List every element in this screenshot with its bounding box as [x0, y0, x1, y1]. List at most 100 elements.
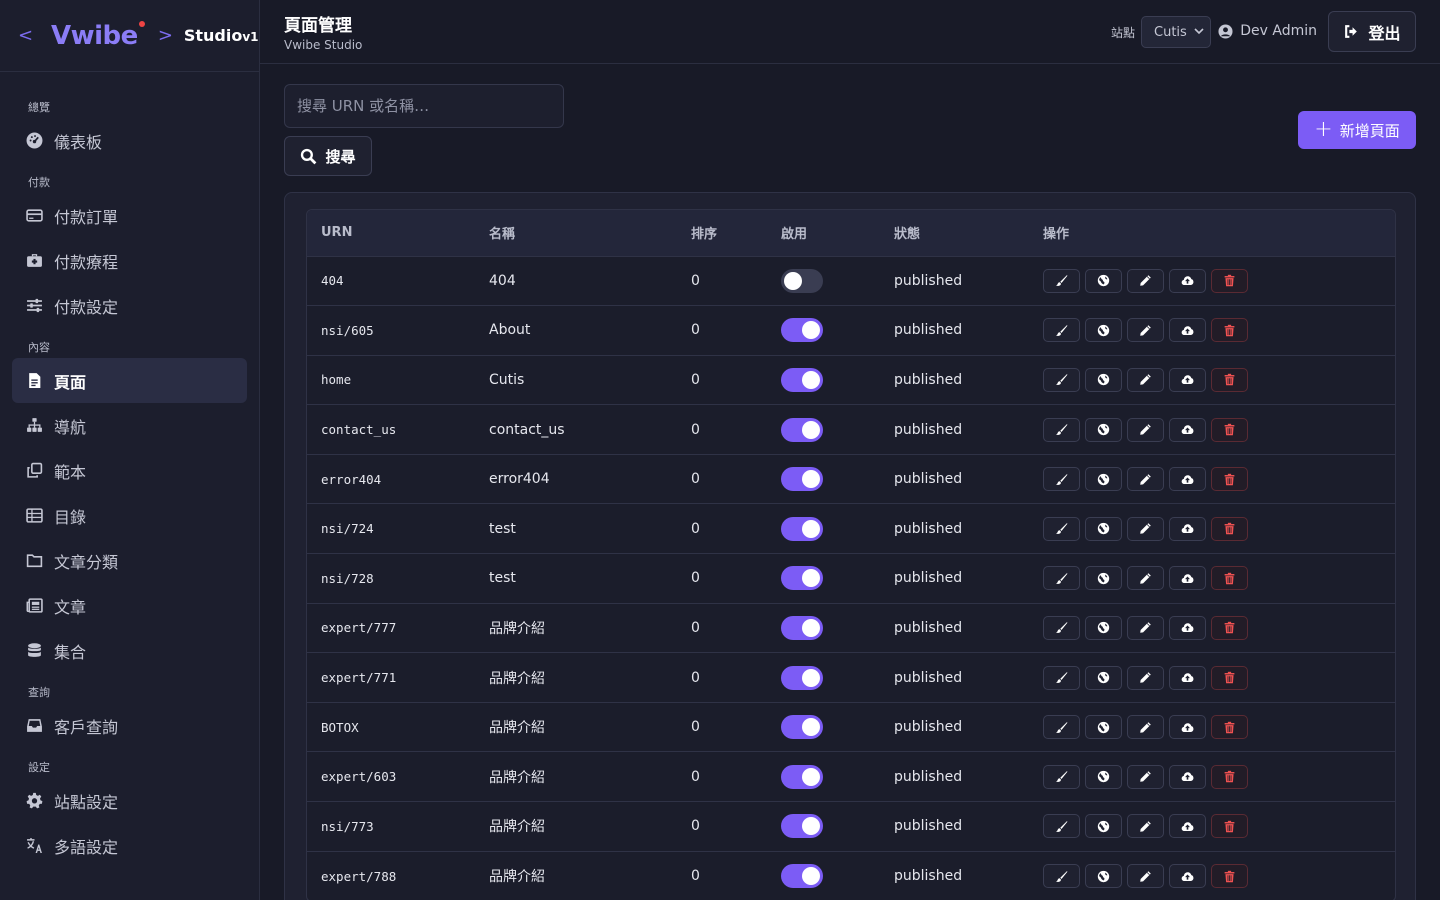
pencil-button[interactable]: [1127, 417, 1164, 442]
brush-button[interactable]: [1043, 516, 1080, 541]
brush-button[interactable]: [1043, 318, 1080, 343]
pencil-button[interactable]: [1127, 615, 1164, 640]
cloud-upload-button[interactable]: [1169, 516, 1206, 541]
cloud-upload-button[interactable]: [1169, 615, 1206, 640]
globe-button[interactable]: [1085, 367, 1122, 392]
enabled-toggle[interactable]: [781, 615, 823, 640]
globe-button[interactable]: [1085, 467, 1122, 492]
globe-button[interactable]: [1085, 814, 1122, 839]
sidebar-item[interactable]: 站點設定: [12, 778, 247, 823]
trash-button[interactable]: [1211, 764, 1248, 789]
pencil-button[interactable]: [1127, 367, 1164, 392]
globe-button[interactable]: [1085, 417, 1122, 442]
cloud-upload-button[interactable]: [1169, 467, 1206, 492]
brush-button[interactable]: [1043, 814, 1080, 839]
enabled-toggle[interactable]: [781, 715, 823, 740]
sidebar-item[interactable]: 客戶查詢: [12, 703, 247, 748]
brush-button[interactable]: [1043, 715, 1080, 740]
sidebar-item[interactable]: 目錄: [12, 493, 247, 538]
globe-button[interactable]: [1085, 864, 1122, 889]
trash-button[interactable]: [1211, 268, 1248, 293]
brush-button[interactable]: [1043, 864, 1080, 889]
sidebar-item[interactable]: 付款設定: [12, 283, 247, 328]
cloud-upload-button[interactable]: [1169, 814, 1206, 839]
sidebar-item[interactable]: 文章分類: [12, 538, 247, 583]
user-menu[interactable]: Dev Admin: [1218, 23, 1317, 39]
cloud-upload-button[interactable]: [1169, 665, 1206, 690]
sidebar-item[interactable]: 儀表板: [12, 118, 247, 163]
enabled-toggle[interactable]: [781, 467, 823, 492]
globe-button[interactable]: [1085, 318, 1122, 343]
pencil-button[interactable]: [1127, 764, 1164, 789]
brush-button[interactable]: [1043, 566, 1080, 591]
sidebar-item[interactable]: 多語設定: [12, 823, 247, 868]
cloud-upload-button[interactable]: [1169, 268, 1206, 293]
enabled-toggle[interactable]: [781, 814, 823, 839]
brush-button[interactable]: [1043, 665, 1080, 690]
collapse-sidebar-icon[interactable]: <: [18, 25, 33, 46]
cloud-upload-button[interactable]: [1169, 864, 1206, 889]
sidebar-item[interactable]: 範本: [12, 448, 247, 493]
brush-button[interactable]: [1043, 417, 1080, 442]
enabled-toggle[interactable]: [781, 864, 823, 889]
cloud-upload-button[interactable]: [1169, 715, 1206, 740]
pencil-button[interactable]: [1127, 715, 1164, 740]
brush-button[interactable]: [1043, 367, 1080, 392]
cloud-upload-button[interactable]: [1169, 318, 1206, 343]
trash-button[interactable]: [1211, 814, 1248, 839]
brush-button[interactable]: [1043, 467, 1080, 492]
enabled-toggle[interactable]: [781, 665, 823, 690]
pencil-button[interactable]: [1127, 467, 1164, 492]
trash-button[interactable]: [1211, 864, 1248, 889]
pencil-button[interactable]: [1127, 318, 1164, 343]
sidebar-item[interactable]: 導航: [12, 403, 247, 448]
sidebar-item[interactable]: 文章: [12, 583, 247, 628]
sidebar-item[interactable]: 集合: [12, 628, 247, 673]
enabled-toggle[interactable]: [781, 566, 823, 591]
pencil-button[interactable]: [1127, 516, 1164, 541]
trash-button[interactable]: [1211, 615, 1248, 640]
brush-button[interactable]: [1043, 764, 1080, 789]
globe-button[interactable]: [1085, 715, 1122, 740]
pencil-button[interactable]: [1127, 268, 1164, 293]
enabled-toggle[interactable]: [781, 268, 823, 293]
brush-button[interactable]: [1043, 615, 1080, 640]
enabled-toggle[interactable]: [781, 367, 823, 392]
add-page-button[interactable]: + 新增頁面: [1298, 111, 1416, 149]
globe-button[interactable]: [1085, 516, 1122, 541]
site-select[interactable]: Cutis: [1141, 16, 1211, 48]
brand-logo[interactable]: Vwibe: [51, 20, 145, 51]
enabled-toggle[interactable]: [781, 417, 823, 442]
enabled-toggle[interactable]: [781, 516, 823, 541]
pencil-button[interactable]: [1127, 665, 1164, 690]
pencil-button[interactable]: [1127, 864, 1164, 889]
search-input[interactable]: [284, 84, 564, 128]
enabled-toggle[interactable]: [781, 318, 823, 343]
trash-button[interactable]: [1211, 367, 1248, 392]
sidebar-item[interactable]: 付款療程: [12, 238, 247, 283]
sidebar-item[interactable]: 付款訂單: [12, 193, 247, 238]
globe-button[interactable]: [1085, 615, 1122, 640]
cloud-upload-button[interactable]: [1169, 367, 1206, 392]
brush-button[interactable]: [1043, 268, 1080, 293]
sidebar-item[interactable]: 頁面: [12, 358, 247, 403]
trash-button[interactable]: [1211, 715, 1248, 740]
logout-button[interactable]: 登出: [1328, 11, 1416, 52]
trash-button[interactable]: [1211, 566, 1248, 591]
trash-button[interactable]: [1211, 318, 1248, 343]
pencil-button[interactable]: [1127, 566, 1164, 591]
trash-button[interactable]: [1211, 516, 1248, 541]
globe-button[interactable]: [1085, 764, 1122, 789]
pencil-button[interactable]: [1127, 814, 1164, 839]
cloud-upload-button[interactable]: [1169, 764, 1206, 789]
globe-button[interactable]: [1085, 665, 1122, 690]
trash-button[interactable]: [1211, 417, 1248, 442]
globe-button[interactable]: [1085, 566, 1122, 591]
cloud-upload-button[interactable]: [1169, 566, 1206, 591]
trash-button[interactable]: [1211, 665, 1248, 690]
search-button[interactable]: 搜尋: [284, 136, 372, 176]
globe-button[interactable]: [1085, 268, 1122, 293]
cloud-upload-button[interactable]: [1169, 417, 1206, 442]
trash-button[interactable]: [1211, 467, 1248, 492]
enabled-toggle[interactable]: [781, 764, 823, 789]
